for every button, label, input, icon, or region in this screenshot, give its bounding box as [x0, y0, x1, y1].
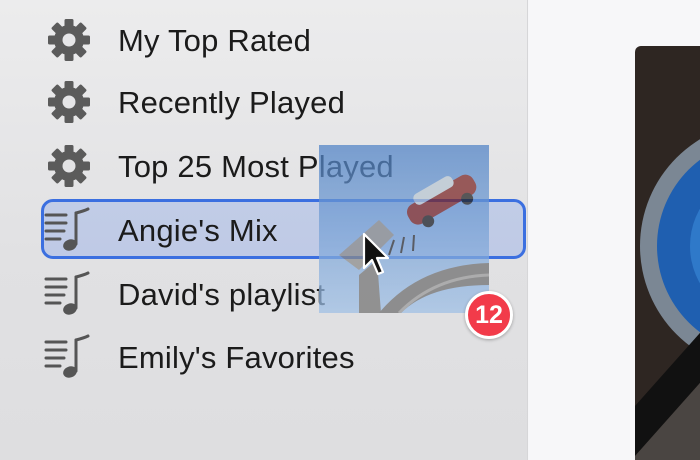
gear-icon: [48, 19, 90, 61]
drag-preview-thumbnail: [319, 145, 489, 313]
gear-icon: [48, 145, 90, 187]
playlist-icon: [44, 334, 90, 378]
sidebar-item-recently-played[interactable]: Recently Played: [0, 72, 528, 132]
playlist-icon: [44, 207, 90, 251]
album-artwork[interactable]: [635, 46, 700, 460]
sidebar-item-label: Angie's Mix: [118, 213, 278, 248]
mouse-pointer-icon: [362, 232, 390, 276]
sidebar-item-label: My Top Rated: [118, 23, 312, 58]
drag-count-badge: 12: [465, 291, 513, 339]
gear-icon: [48, 81, 90, 123]
sidebar-item-label: Recently Played: [118, 85, 346, 120]
sidebar-item-label: David's playlist: [118, 277, 326, 312]
sidebar-item-my-top-rated[interactable]: My Top Rated: [0, 10, 528, 70]
sidebar-item-label: Emily's Favorites: [118, 340, 355, 375]
sidebar-item-emilys-favorites[interactable]: Emily's Favorites: [0, 327, 528, 387]
playlist-icon: [44, 271, 90, 315]
